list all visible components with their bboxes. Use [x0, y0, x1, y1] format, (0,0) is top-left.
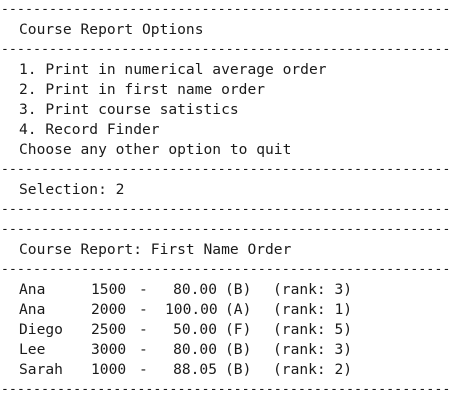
table-row: Ana 2000 - 100.00 (A) (rank: 1) — [1, 300, 474, 320]
student-grade: (F) — [225, 321, 252, 338]
menu-item-course-statistics: 3. Print course satistics — [19, 101, 239, 118]
student-name: Diego — [19, 321, 63, 338]
student-rank: (rank: 5) — [273, 321, 353, 338]
student-average: 80.00 — [173, 281, 217, 298]
student-id: 3000 — [91, 341, 127, 358]
student-rank: (rank: 2) — [273, 361, 353, 378]
menu-item-record-finder: 4. Record Finder — [19, 121, 160, 138]
selection-prompt: Selection: 2 — [19, 181, 125, 198]
table-row: Lee 3000 - 80.00 (B) (rank: 3) — [1, 340, 474, 360]
student-rank: (rank: 1) — [273, 301, 353, 318]
student-name: Ana — [19, 301, 46, 318]
student-average: 50.00 — [173, 321, 217, 338]
student-average: 80.00 — [173, 341, 217, 358]
separator-line: ----------------------------------------… — [1, 222, 451, 237]
separator-dash: - — [139, 321, 148, 338]
separator-dash: - — [139, 341, 148, 358]
separator-line: ----------------------------------------… — [1, 2, 451, 17]
menu-item-first-name-order: 2. Print in first name order — [19, 81, 266, 98]
report-table: Ana 1500 - 80.00 (B) (rank: 3) Ana 2000 … — [1, 280, 474, 380]
menu-item-numerical-order: 1. Print in numerical average order — [19, 61, 327, 78]
separator-line: ----------------------------------------… — [1, 202, 451, 217]
separator-line: ----------------------------------------… — [1, 42, 451, 57]
separator-line: ----------------------------------------… — [1, 262, 451, 277]
separator-dash: - — [139, 301, 148, 318]
student-average: 88.05 — [173, 361, 217, 378]
options-title: Course Report Options — [19, 21, 204, 38]
student-id: 2000 — [91, 301, 127, 318]
separator-line: ----------------------------------------… — [1, 382, 451, 397]
student-grade: (B) — [225, 361, 252, 378]
separator-dash: - — [139, 281, 148, 298]
table-row: Sarah 1000 - 88.05 (B) (rank: 2) — [1, 360, 474, 380]
separator-dash: - — [139, 361, 148, 378]
quit-hint: Choose any other option to quit — [19, 141, 292, 158]
student-name: Lee — [19, 341, 46, 358]
student-name: Sarah — [19, 361, 63, 378]
student-id: 2500 — [91, 321, 127, 338]
student-name: Ana — [19, 281, 46, 298]
table-row: Ana 1500 - 80.00 (B) (rank: 3) — [1, 280, 474, 300]
student-grade: (B) — [225, 341, 252, 358]
student-id: 1000 — [91, 361, 127, 378]
student-grade: (B) — [225, 281, 252, 298]
student-grade: (A) — [225, 301, 252, 318]
separator-line: ----------------------------------------… — [1, 162, 451, 177]
student-id: 1500 — [91, 281, 127, 298]
table-row: Diego 2500 - 50.00 (F) (rank: 5) — [1, 320, 474, 340]
console-output: ----------------------------------------… — [0, 0, 474, 403]
report-title: Course Report: First Name Order — [19, 241, 292, 258]
student-rank: (rank: 3) — [273, 341, 353, 358]
student-average: 100.00 — [165, 301, 218, 318]
student-rank: (rank: 3) — [273, 281, 353, 298]
